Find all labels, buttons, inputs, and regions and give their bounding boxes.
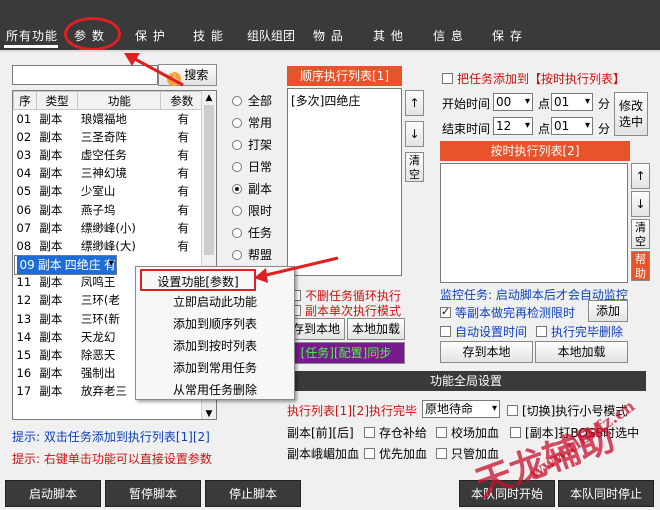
arrow-to-params-tab [132,56,184,87]
stop-script-button[interactable]: 停止脚本 [205,480,301,507]
arrow-to-menu-item-head [254,268,268,283]
bottom-bar: 启动脚本 暂停脚本 停止脚本 本队同时开始 本队同时停止 [0,478,660,510]
start-script-button[interactable]: 启动脚本 [5,480,101,507]
team-stop-button[interactable]: 本队同时停止 [558,480,654,507]
arrow-to-menu-item [261,256,339,278]
pause-script-button[interactable]: 暂停脚本 [105,480,201,507]
